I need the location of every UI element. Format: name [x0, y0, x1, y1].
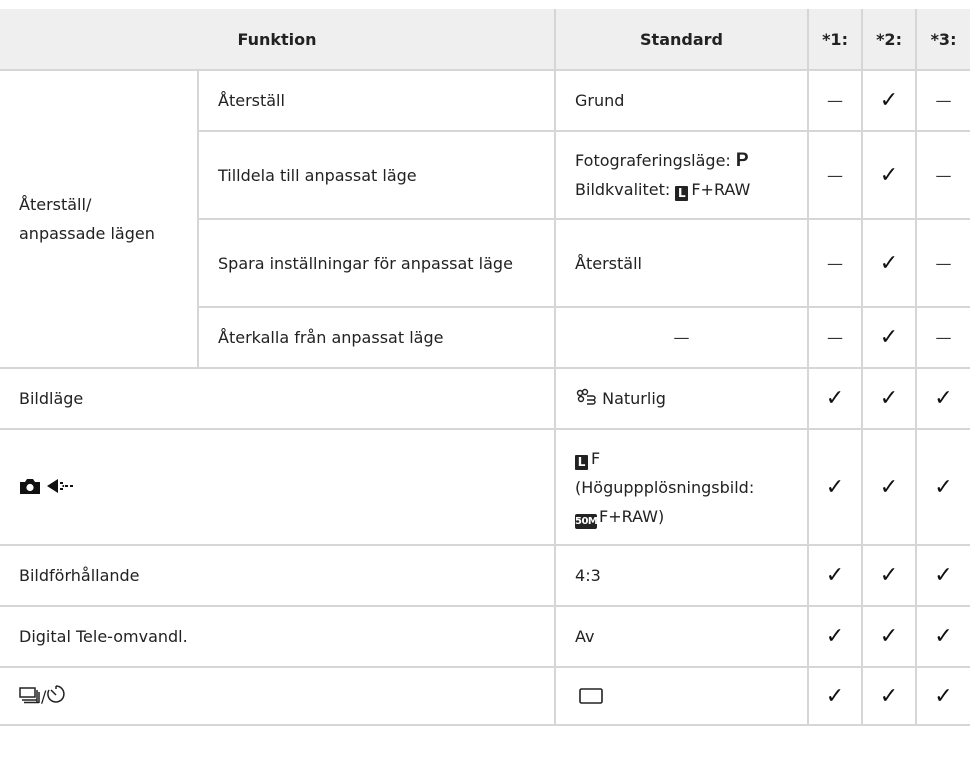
table-row: LF (Höguppplösningsbild: 50M F+RAW) ✓ ✓ ✓ [0, 428, 970, 546]
image-quality-icon [47, 478, 74, 493]
table-header-row: Funktion Standard *1: *2: *3: [0, 9, 970, 71]
row-name: Tilldela till anpassat läge [198, 130, 557, 220]
check-icon: ✓ [861, 666, 918, 726]
sequential-drive-icon [19, 686, 40, 703]
table-row: Digital Tele-omvandl. Av ✓ ✓ ✓ [0, 605, 970, 668]
settings-table: Funktion Standard *1: *2: *3: Återställ/… [0, 9, 970, 726]
check-icon: ✓ [807, 428, 864, 546]
check-icon: ✓ [915, 544, 970, 607]
row-standard: 4:3 [554, 544, 810, 607]
large-size-icon: L [675, 186, 689, 201]
row-name-icons: / [0, 666, 557, 726]
row-standard: Återställ [554, 218, 810, 308]
program-mode-icon: P [735, 150, 749, 171]
std-text: Naturlig [602, 389, 666, 408]
header-funktion: Funktion [0, 9, 557, 71]
header-col3: *3: [915, 9, 970, 71]
dash-mark: — [915, 69, 970, 132]
check-icon: ✓ [915, 605, 970, 668]
table-row: Bildläge Naturlig ✓ ✓ ✓ [0, 367, 970, 430]
check-icon: ✓ [861, 428, 918, 546]
header-col2: *2: [861, 9, 918, 71]
check-icon: ✓ [915, 428, 970, 546]
row-standard: Fotograferingsläge: P Bildkvalitet: L F+R… [554, 130, 810, 220]
check-icon: ✓ [915, 367, 970, 430]
row-standard: — [554, 306, 810, 369]
std-text: F [591, 448, 601, 468]
std-text: Fotograferingsläge: [575, 151, 736, 170]
check-icon: ✓ [861, 367, 918, 430]
row-standard: Av [554, 605, 810, 668]
large-size-icon: L [575, 454, 589, 470]
std-text: F+RAW [691, 180, 751, 199]
dash-mark: — [915, 306, 970, 369]
check-icon: ✓ [861, 306, 918, 369]
dash-mark: — [807, 306, 864, 369]
group-label-reset-custom: Återställ/ anpassade lägen [0, 69, 199, 369]
self-timer-icon [47, 684, 66, 703]
row-standard [554, 666, 810, 726]
std-text: F+RAW) [599, 506, 665, 526]
check-icon: ✓ [861, 605, 918, 668]
check-icon: ✓ [807, 666, 864, 726]
check-icon: ✓ [861, 130, 918, 220]
row-name: Återställ [196, 69, 557, 132]
table-row: Återställ/ anpassade lägen Återställ Gru… [0, 69, 970, 369]
check-icon: ✓ [807, 367, 864, 430]
dash-mark: — [915, 130, 970, 220]
table-row: / ✓ ✓ ✓ [0, 666, 970, 726]
row-name: Digital Tele-omvandl. [0, 605, 557, 668]
picture-mode-natural-icon [576, 388, 596, 405]
check-icon: ✓ [807, 544, 864, 607]
check-icon: ✓ [861, 69, 918, 132]
dash-mark: — [807, 69, 864, 132]
dash-mark: — [807, 130, 864, 220]
header-standard: Standard [554, 9, 810, 71]
row-name-icons [0, 428, 557, 546]
camera-icon [20, 478, 40, 494]
check-icon: ✓ [915, 666, 970, 726]
std-text: Bildkvalitet: [575, 180, 676, 199]
row-standard: Naturlig [554, 367, 810, 430]
check-icon: ✓ [861, 218, 918, 308]
single-frame-icon [579, 687, 603, 704]
header-col1: *1: [807, 9, 864, 71]
std-text: (Höguppplösningsbild: [575, 477, 755, 497]
dash-mark: — [915, 218, 970, 308]
dash-mark: — [807, 218, 864, 308]
high-res-size-icon: 50M [575, 513, 598, 529]
check-icon: ✓ [861, 544, 918, 607]
check-icon: ✓ [807, 605, 864, 668]
row-name: Bildläge [0, 367, 557, 430]
row-name: Återkalla från anpassat läge [198, 306, 557, 369]
row-standard: LF (Höguppplösningsbild: 50M F+RAW) [554, 428, 810, 546]
row-name: Spara inställningar för anpassat läge [198, 218, 557, 308]
table-row: Bildförhållande 4:3 ✓ ✓ ✓ [0, 544, 970, 607]
row-standard: Grund [554, 69, 810, 132]
row-name: Bildförhållande [0, 544, 557, 607]
